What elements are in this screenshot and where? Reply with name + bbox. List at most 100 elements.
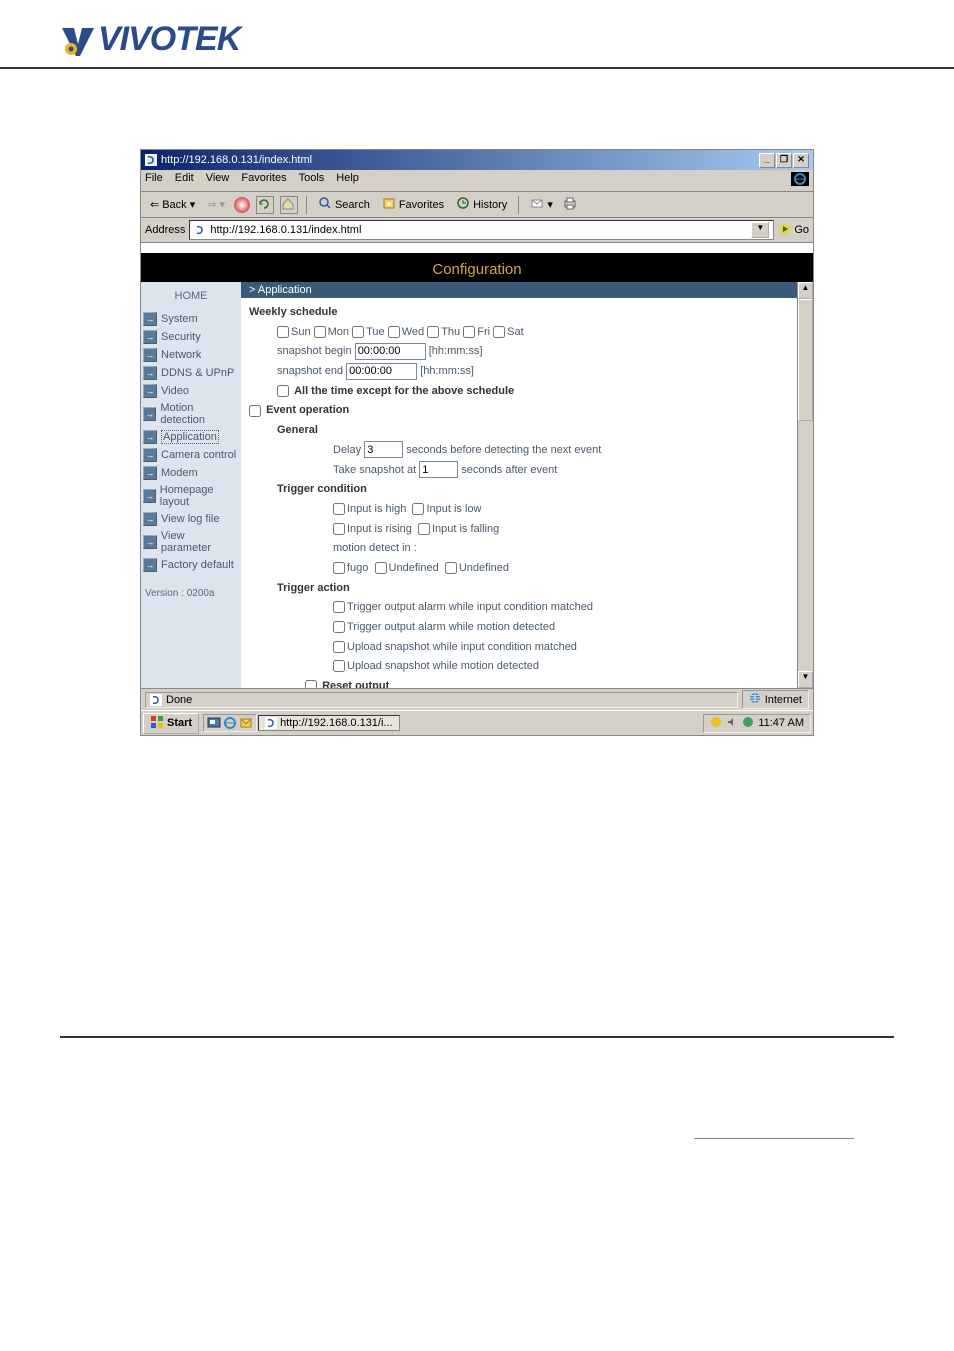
menu-view[interactable]: View [206,172,230,189]
day-sat[interactable]: Sat [493,326,524,338]
input-rising[interactable]: Input is rising [333,523,412,535]
sidebar-item-ddns-upnp[interactable]: →DDNS & UPnP [141,364,241,382]
checkbox-event-operation[interactable] [249,405,261,417]
outlook-quicklaunch-icon[interactable] [239,716,253,730]
checkbox-thu[interactable] [427,326,439,338]
close-button[interactable]: ✕ [793,153,809,168]
minimize-button[interactable]: _ [759,153,775,168]
favorites-button[interactable]: Favorites [379,195,447,214]
tray-icon-1[interactable] [710,716,722,731]
sidebar-item-view-log-file[interactable]: →View log file [141,510,241,528]
sidebar-item-modem[interactable]: →Modem [141,464,241,482]
vertical-scrollbar[interactable]: ▲ ▼ [797,282,813,688]
menu-tools[interactable]: Tools [299,172,325,189]
go-button[interactable]: Go [778,222,809,239]
ie-quicklaunch-icon[interactable] [223,716,237,730]
checkbox-ta4[interactable] [333,660,345,672]
input-falling[interactable]: Input is falling [418,523,499,535]
input-high[interactable]: Input is high [333,503,406,515]
scroll-up-button[interactable]: ▲ [798,282,813,299]
ta4[interactable]: Upload snapshot while motion detected [333,660,539,672]
checkbox-ta1[interactable] [333,601,345,613]
content-area: Configuration HOME →System →Security →Ne… [141,243,813,688]
stop-icon[interactable] [234,197,250,213]
day-tue[interactable]: Tue [352,326,385,338]
md-fugo[interactable]: fugo [333,562,368,574]
checkbox-input-high[interactable] [333,503,345,515]
address-dropdown-button[interactable]: ▼ [751,222,769,238]
checkbox-input-low[interactable] [412,503,424,515]
home-icon[interactable] [280,196,298,214]
checkbox-md3[interactable] [445,562,457,574]
sidebar-item-security[interactable]: →Security [141,328,241,346]
back-button[interactable]: ⇐ Back ▾ [147,197,198,212]
tray-volume-icon[interactable] [726,716,738,731]
scroll-track[interactable] [798,421,813,671]
md-undefined-1[interactable]: Undefined [375,562,439,574]
sidebar-item-view-parameter[interactable]: →View parameter [141,528,241,556]
ta3[interactable]: Upload snapshot while input condition ma… [333,641,577,653]
take-snapshot-input[interactable] [419,461,458,478]
arrow-icon: → [143,466,157,480]
day-wed[interactable]: Wed [388,326,424,338]
snapshot-begin-input[interactable] [355,343,426,360]
checkbox-ta2[interactable] [333,621,345,633]
taskbar-task-ie[interactable]: http://192.168.0.131/i... [258,715,400,731]
md-undefined-2[interactable]: Undefined [445,562,509,574]
internet-zone-icon [749,692,761,707]
mail-button[interactable]: ▾ [527,195,556,214]
sidebar-item-factory-default[interactable]: →Factory default [141,556,241,574]
day-thu[interactable]: Thu [427,326,460,338]
ta1[interactable]: Trigger output alarm while input conditi… [333,601,593,613]
sidebar-item-homepage-layout[interactable]: →Homepage layout [141,482,241,510]
menu-edit[interactable]: Edit [175,172,194,189]
menu-favorites[interactable]: Favorites [241,172,286,189]
forward-button[interactable]: ⇒ ▾ [204,197,228,212]
scroll-down-button[interactable]: ▼ [798,671,813,688]
day-fri[interactable]: Fri [463,326,490,338]
checkbox-mon[interactable] [314,326,326,338]
input-low[interactable]: Input is low [412,503,481,515]
checkbox-ta3[interactable] [333,641,345,653]
arrow-icon: → [143,512,157,526]
address-url[interactable]: http://192.168.0.131/index.html [210,224,747,236]
day-label: Sat [507,326,524,338]
menu-file[interactable]: File [145,172,163,189]
checkbox-fri[interactable] [463,326,475,338]
snapshot-end-input[interactable] [346,363,417,380]
show-desktop-icon[interactable] [207,716,221,730]
start-button[interactable]: Start [143,713,199,734]
sidebar-item-network[interactable]: →Network [141,346,241,364]
footer-small-rule [694,1138,854,1139]
sidebar-item-system[interactable]: →System [141,310,241,328]
trigger-condition-heading: Trigger condition [277,483,367,495]
checkbox-input-rising[interactable] [333,523,345,535]
checkbox-md2[interactable] [375,562,387,574]
checkbox-sat[interactable] [493,326,505,338]
sidebar-item-camera-control[interactable]: →Camera control [141,446,241,464]
checkbox-input-falling[interactable] [418,523,430,535]
day-sun[interactable]: Sun [277,326,311,338]
search-button[interactable]: Search [315,195,373,214]
checkbox-all-time[interactable] [277,385,289,397]
sidebar-item-application[interactable]: →Application [141,428,241,446]
checkbox-sun[interactable] [277,326,289,338]
checkbox-wed[interactable] [388,326,400,338]
checkbox-tue[interactable] [352,326,364,338]
ta2[interactable]: Trigger output alarm while motion detect… [333,621,555,633]
sidebar-item-motion-detection[interactable]: →Motion detection [141,400,241,428]
menu-help[interactable]: Help [336,172,359,189]
refresh-icon[interactable] [256,196,274,214]
print-icon[interactable] [562,195,578,214]
history-button[interactable]: History [453,195,510,214]
sidebar-home[interactable]: HOME [141,282,241,310]
day-mon[interactable]: Mon [314,326,349,338]
delay-input[interactable] [364,441,403,458]
checkbox-reset-output[interactable] [305,680,317,688]
checkbox-md1[interactable] [333,562,345,574]
scroll-thumb[interactable] [798,299,813,421]
sidebar-label: Camera control [161,449,236,461]
sidebar-item-video[interactable]: →Video [141,382,241,400]
maximize-button[interactable]: ❐ [776,153,792,168]
tray-icon-3[interactable] [742,716,754,731]
